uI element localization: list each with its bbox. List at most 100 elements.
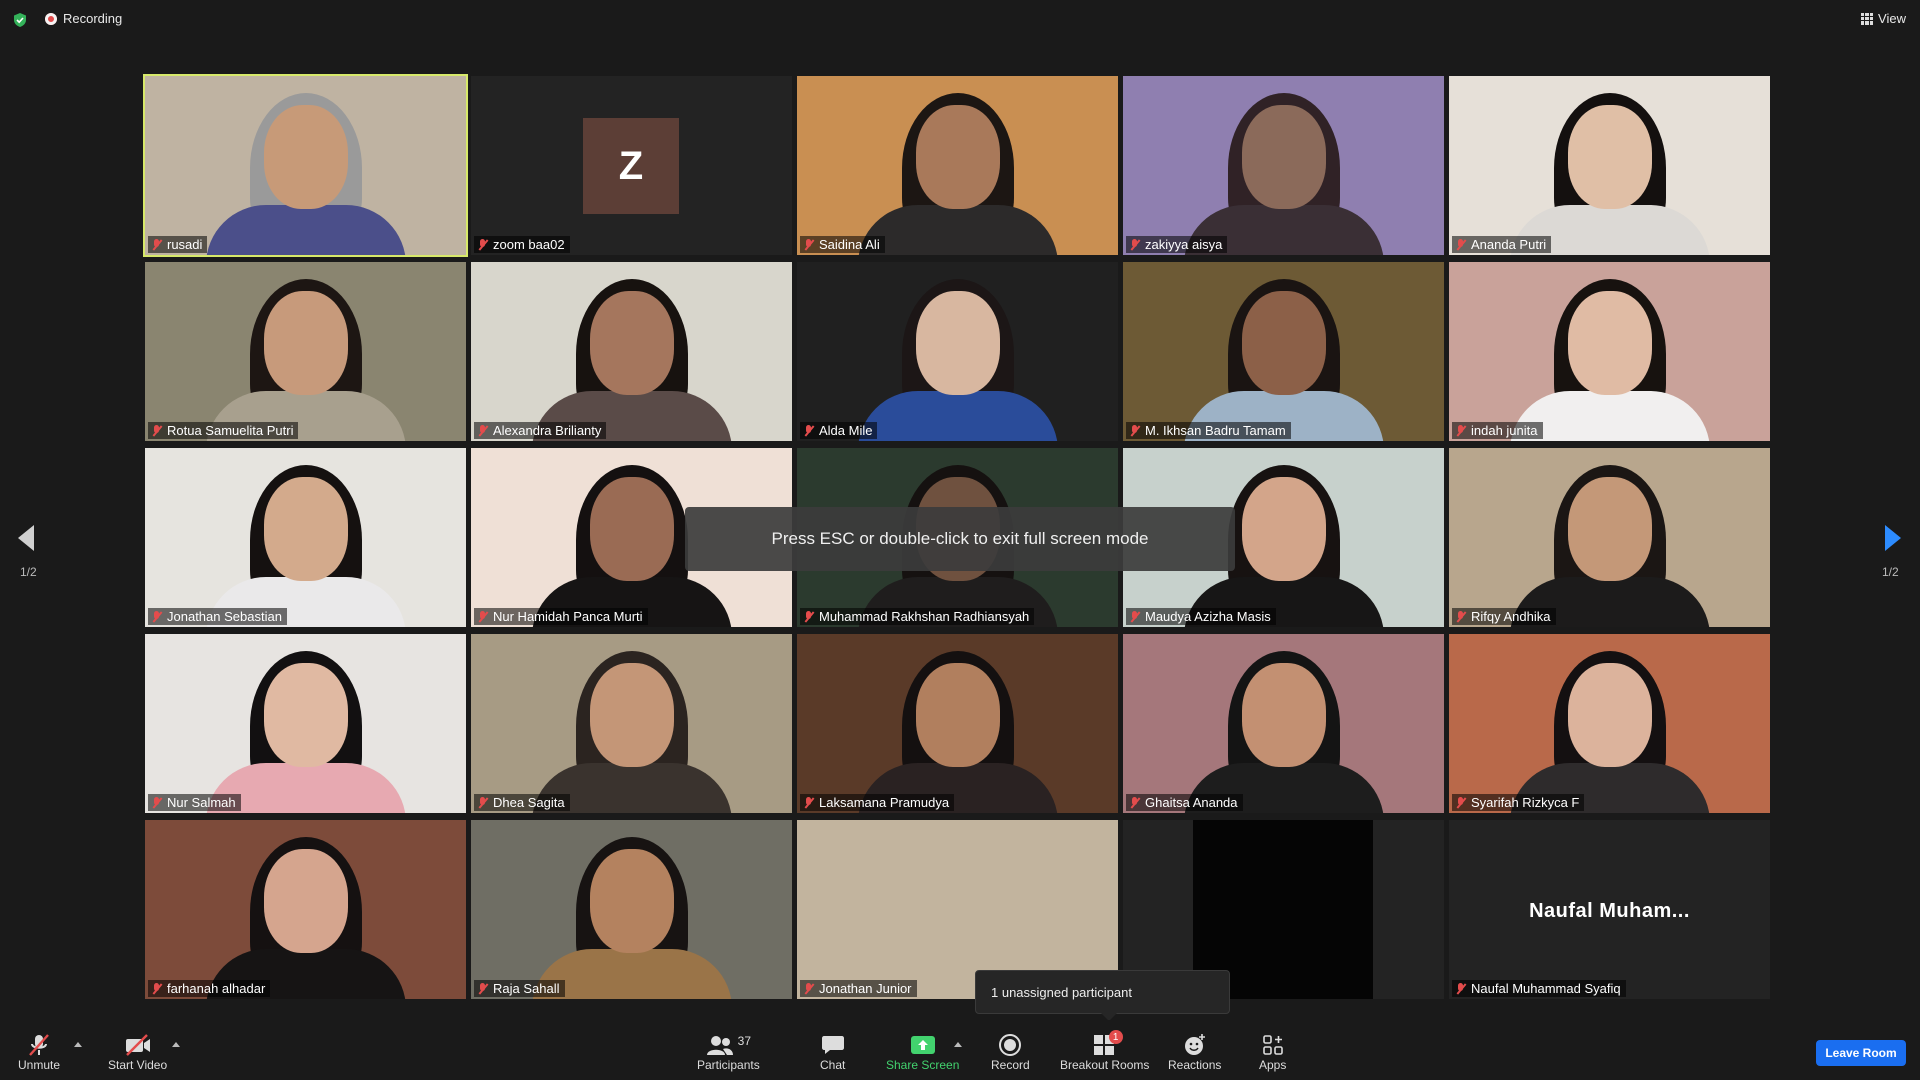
participant-name-tag: Raja Sahall <box>474 980 565 997</box>
muted-mic-icon <box>1455 982 1467 995</box>
record-icon <box>999 1034 1022 1056</box>
participant-video-tile[interactable]: Alda Mile <box>797 262 1118 441</box>
participant-silhouette <box>205 85 406 255</box>
muted-mic-icon <box>803 424 815 437</box>
breakout-rooms-badge: 1 <box>1108 1030 1123 1044</box>
participant-silhouette <box>857 85 1058 255</box>
participant-name: Ghaitsa Ananda <box>1145 795 1238 810</box>
share-screen-icon <box>910 1036 935 1054</box>
start-video-button[interactable]: Start Video <box>108 1032 167 1072</box>
participant-name-tag: zoom baa02 <box>474 236 570 253</box>
share-screen-button[interactable]: Share Screen <box>886 1032 959 1072</box>
page-indicator-right: 1/2 <box>1882 565 1899 579</box>
participant-name: Laksamana Pramudya <box>819 795 950 810</box>
chat-button[interactable]: Chat <box>820 1032 845 1072</box>
participant-name: Rifqy Andhika <box>1471 609 1551 624</box>
reactions-button[interactable]: Reactions <box>1168 1032 1221 1072</box>
participant-video-tile[interactable]: Alexandra Brilianty <box>471 262 792 441</box>
participant-name-tag: Syarifah Rizkyca F <box>1452 794 1585 811</box>
participant-video-tile[interactable]: rusadi <box>143 74 468 257</box>
video-feed <box>1449 76 1770 255</box>
recording-label: Recording <box>63 11 123 26</box>
participant-name: Rotua Samuelita Putri <box>167 423 294 438</box>
security-shield-icon[interactable] <box>12 12 28 28</box>
video-feed <box>471 262 792 441</box>
participant-name-tag: Saidina Ali <box>800 236 885 253</box>
participant-video-tile[interactable]: Zzoom baa02 <box>471 76 792 255</box>
participant-name-tag: Alda Mile <box>800 422 878 439</box>
share-screen-label: Share Screen <box>886 1058 960 1072</box>
participant-video-tile[interactable]: Ghaitsa Ananda <box>1123 634 1444 813</box>
meeting-toolbar: Unmute Start Video 37 Participants Chat … <box>0 1020 1920 1080</box>
leave-room-button[interactable]: Leave Room <box>1816 1040 1906 1066</box>
participant-name-tag: Ghaitsa Ananda <box>1126 794 1243 811</box>
apps-button[interactable]: Apps <box>1259 1032 1286 1072</box>
participant-video-tile[interactable]: Ananda Putri <box>1449 76 1770 255</box>
participant-video-tile[interactable]: M. Ikhsan Badru Tamam <box>1123 262 1444 441</box>
participant-name-tag: Nur Salmah <box>148 794 241 811</box>
participant-video-tile[interactable]: Laksamana Pramudya <box>797 634 1118 813</box>
muted-mic-icon <box>803 982 815 995</box>
participant-video-tile[interactable]: zakiyya aisya <box>1123 76 1444 255</box>
video-off-icon <box>125 1034 150 1056</box>
participants-icon <box>706 1036 733 1055</box>
record-button[interactable]: Record <box>991 1032 1030 1072</box>
apps-icon <box>1262 1035 1283 1055</box>
video-feed <box>1123 634 1444 813</box>
participant-video-tile[interactable]: Dhea Sagita <box>471 634 792 813</box>
participant-video-tile[interactable]: Saidina Ali <box>797 76 1118 255</box>
muted-mic-icon <box>1455 796 1467 809</box>
muted-mic-icon <box>803 238 815 251</box>
participant-video-tile[interactable]: Raja Sahall <box>471 820 792 999</box>
video-feed <box>1449 448 1770 627</box>
participant-silhouette <box>205 457 406 627</box>
video-feed <box>797 634 1118 813</box>
participant-name: Saidina Ali <box>819 237 880 252</box>
participants-label: Participants <box>697 1058 760 1072</box>
participant-silhouette <box>1183 643 1384 813</box>
muted-mic-icon <box>1455 610 1467 623</box>
video-feed <box>471 634 792 813</box>
participant-video-tile[interactable]: Jonathan Sebastian <box>145 448 466 627</box>
video-feed <box>145 262 466 441</box>
next-page-arrow-icon[interactable] <box>1885 525 1901 551</box>
muted-mic-icon <box>151 796 163 809</box>
reactions-label: Reactions <box>1168 1058 1222 1072</box>
participant-silhouette <box>1183 271 1384 441</box>
chat-bubble-icon <box>821 1036 844 1054</box>
previous-page-arrow-icon[interactable] <box>18 525 34 551</box>
video-feed <box>797 76 1118 255</box>
participant-video-tile[interactable]: Nur Salmah <box>145 634 466 813</box>
participant-video-tile[interactable]: farhanah alhadar <box>145 820 466 999</box>
participant-silhouette <box>205 271 406 441</box>
participant-silhouette <box>1183 85 1384 255</box>
participant-name-tag: Nur Hamidah Panca Murti <box>474 608 648 625</box>
breakout-rooms-button[interactable]: 1 Breakout Rooms <box>1060 1030 1150 1072</box>
participant-video-tile[interactable]: indah junita <box>1449 262 1770 441</box>
muted-mic-icon <box>1455 424 1467 437</box>
breakout-rooms-label: Breakout Rooms <box>1060 1058 1150 1072</box>
participant-video-tile[interactable]: Rotua Samuelita Putri <box>145 262 466 441</box>
participant-name-tag: Dhea Sagita <box>474 794 570 811</box>
participant-video-tile[interactable]: Rifqy Andhika <box>1449 448 1770 627</box>
participant-name-tag: Naufal Muhammad Syafiq <box>1452 980 1626 997</box>
participant-name-tag: Alexandra Brilianty <box>474 422 607 439</box>
unmute-button[interactable]: Unmute <box>18 1032 60 1072</box>
share-options-caret-icon[interactable] <box>954 1042 962 1047</box>
participant-name: farhanah alhadar <box>167 981 266 996</box>
recording-indicator[interactable]: Recording <box>45 11 122 26</box>
participants-button[interactable]: 37 Participants <box>697 1032 760 1072</box>
muted-mic-icon <box>151 610 163 623</box>
participant-name: Syarifah Rizkyca F <box>1471 795 1580 810</box>
audio-options-caret-icon[interactable] <box>74 1042 82 1047</box>
participant-video-tile[interactable]: Naufal Muham... Naufal Muhammad Syafiq <box>1449 820 1770 999</box>
participant-video-tile[interactable]: Syarifah Rizkyca F <box>1449 634 1770 813</box>
view-button[interactable]: View <box>1861 11 1906 26</box>
video-feed <box>145 448 466 627</box>
unassigned-participant-tooltip[interactable]: 1 unassigned participant <box>975 970 1230 1021</box>
video-options-caret-icon[interactable] <box>172 1042 180 1047</box>
record-label: Record <box>991 1058 1030 1072</box>
participant-name: Jonathan Sebastian <box>167 609 282 624</box>
start-video-label: Start Video <box>108 1058 168 1072</box>
participant-silhouette <box>857 643 1058 813</box>
